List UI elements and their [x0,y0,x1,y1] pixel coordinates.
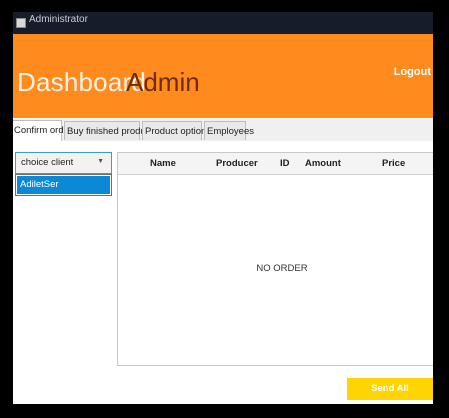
dashboard-header: Dashboard Admin Logout [13,34,433,118]
tab-employees[interactable]: Employees [204,121,254,140]
send-all-button[interactable]: Send All [347,378,433,400]
app-icon [16,18,26,28]
window-title: Administrator [29,14,88,25]
client-option-adiletser[interactable]: AdiletSer [17,176,110,194]
tab-product-options[interactable]: Product options [142,121,211,140]
column-header-producer[interactable]: Producer [216,158,258,169]
tab-strip: Confirm order Buy finished product Produ… [13,119,433,142]
client-select-value: choice client [21,157,74,168]
column-header-id[interactable]: ID [280,158,290,169]
client-dropdown-list: AdiletSer [15,174,112,196]
logout-button[interactable]: Logout [394,66,431,78]
title-bar: Administrator [13,12,433,34]
chevron-down-icon[interactable]: ▼ [97,158,104,165]
page-title-admin: Admin [126,67,200,97]
column-header-amount[interactable]: Amount [305,158,341,169]
orders-table-header: Name Producer ID Amount Price [118,153,433,175]
orders-table[interactable]: Name Producer ID Amount Price NO ORDER [117,152,433,366]
empty-state-text: NO ORDER [256,263,308,274]
column-header-name[interactable]: Name [150,158,176,169]
column-header-price[interactable]: Price [382,158,405,169]
client-select[interactable]: choice client ▼ [15,152,112,174]
tab-buy-finished-product[interactable]: Buy finished product [64,121,153,140]
confirm-order-panel: choice client ▼ AdiletSer Name Producer … [13,141,433,404]
tab-confirm-order[interactable]: Confirm order [13,120,72,141]
app-window: Administrator Dashboard Admin Logout Con… [13,12,433,404]
